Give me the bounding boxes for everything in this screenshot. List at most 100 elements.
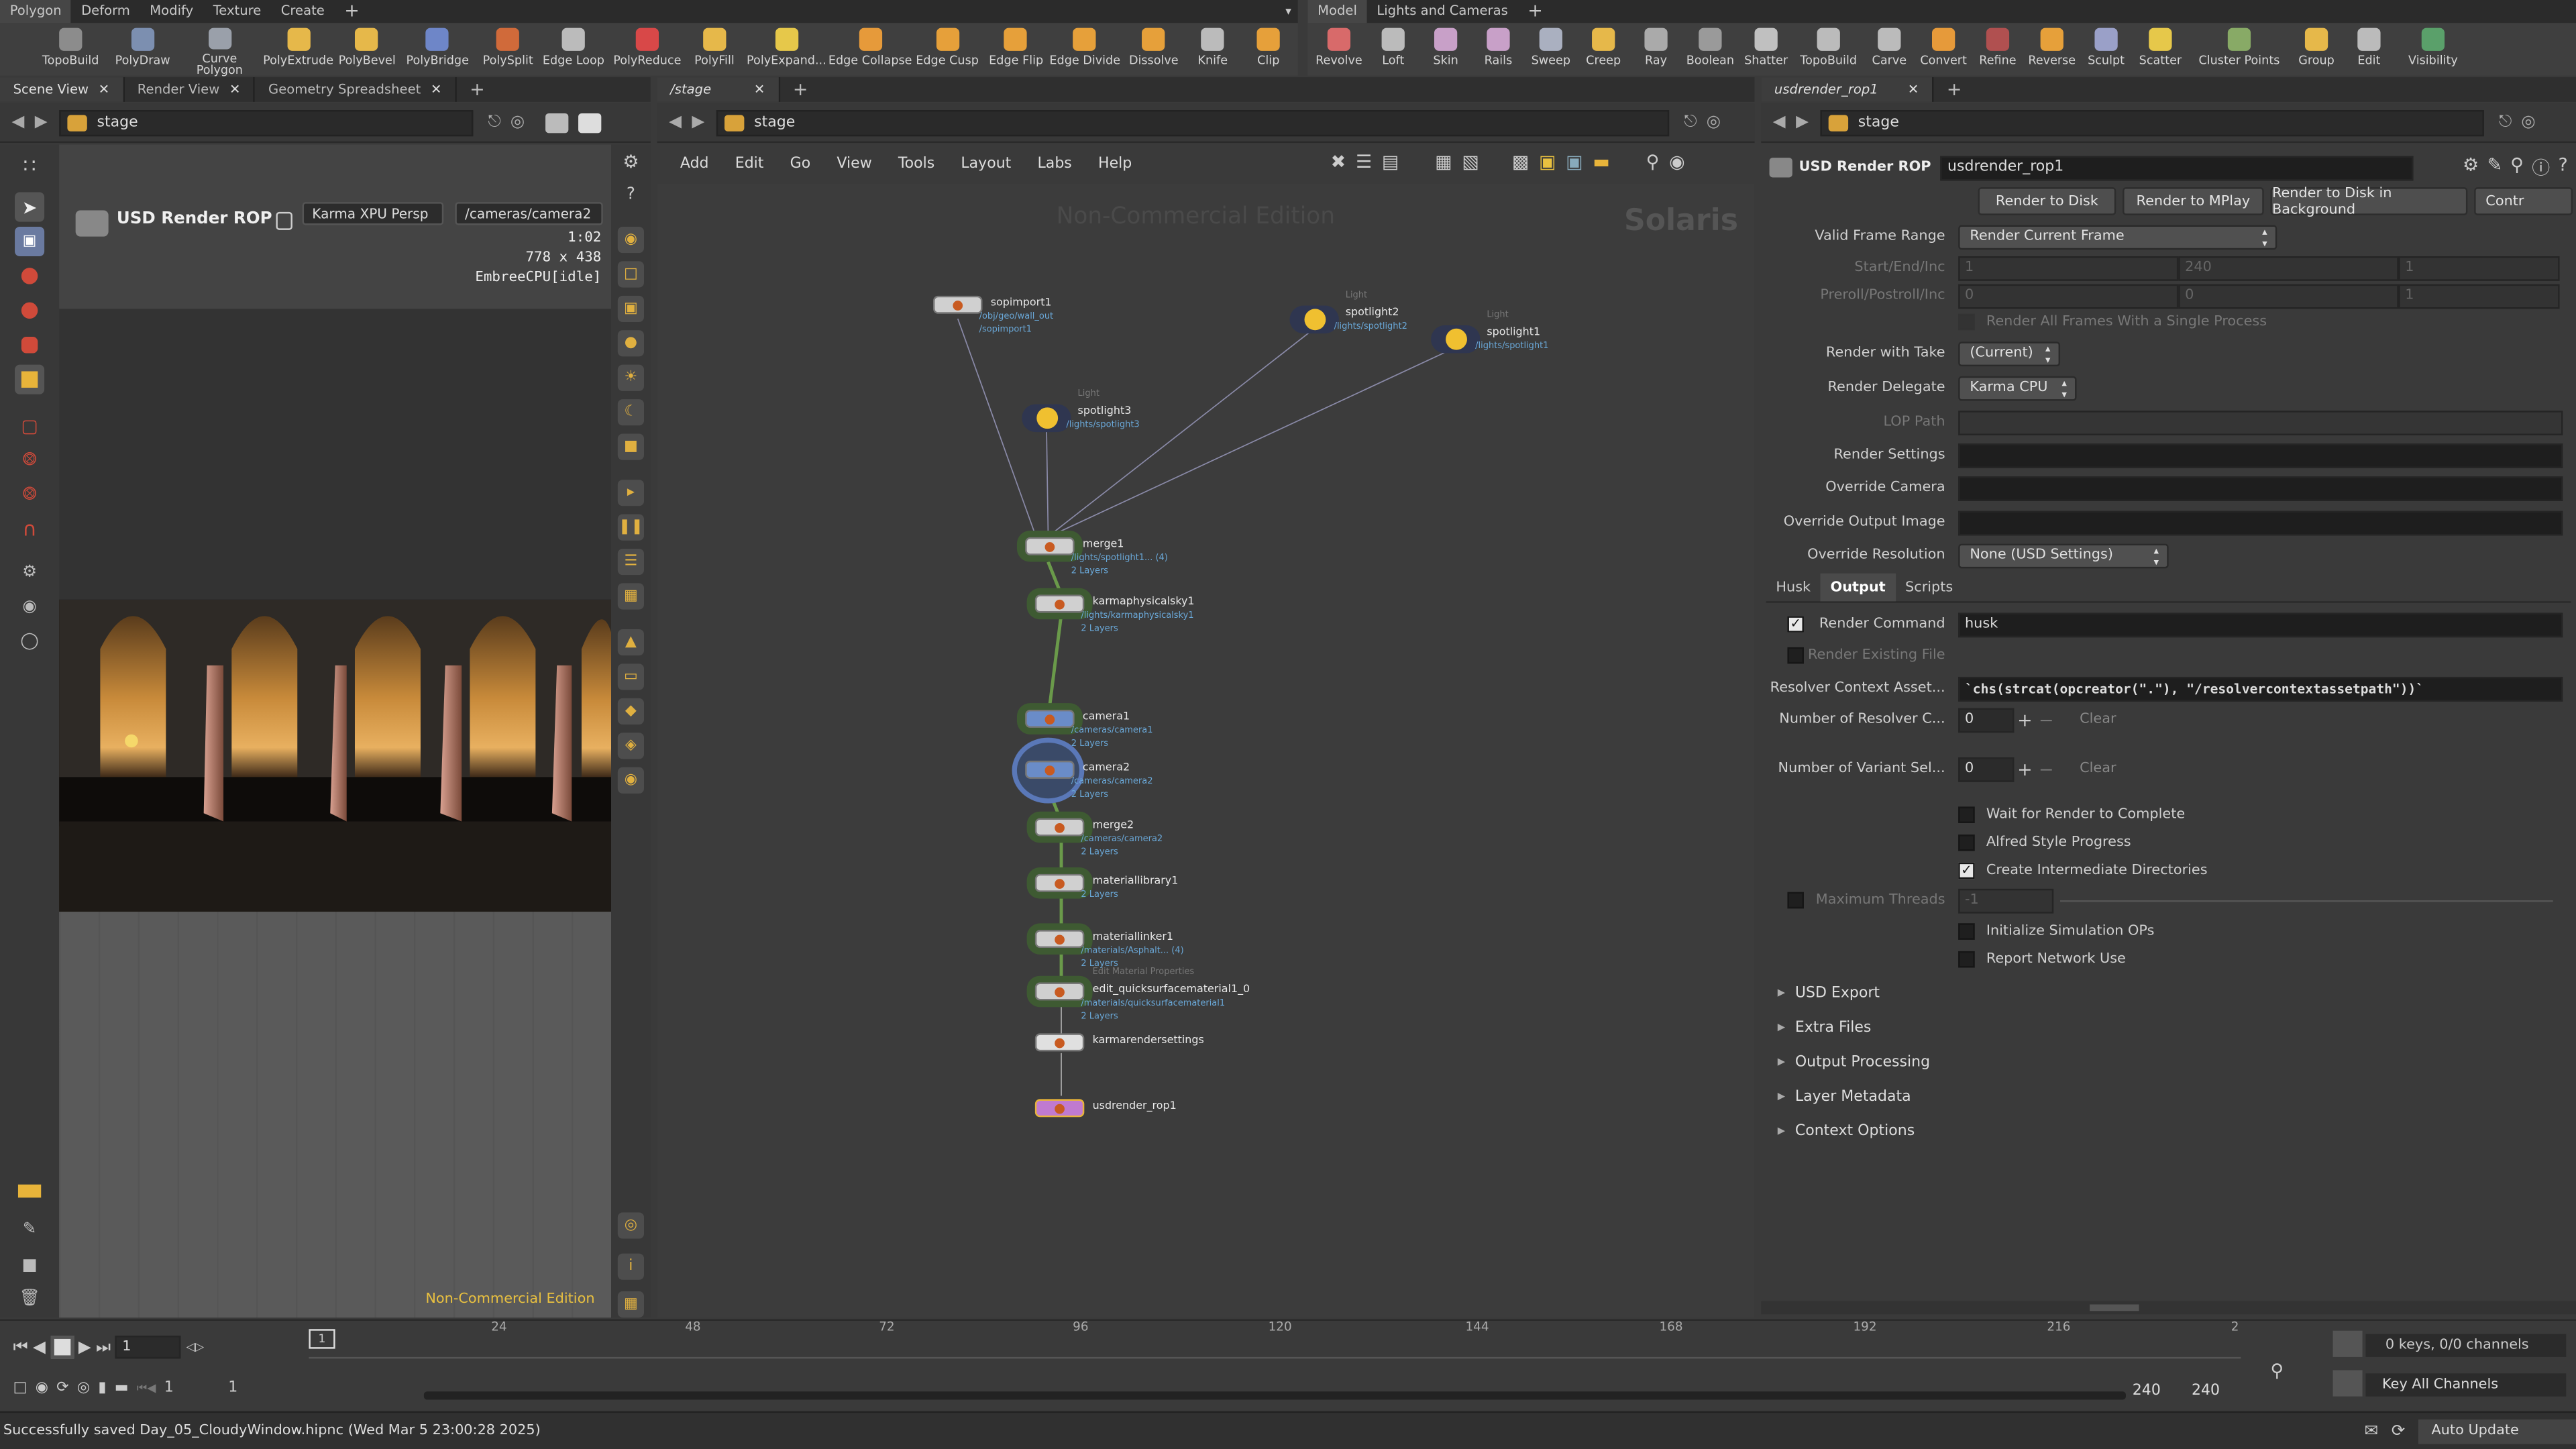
close-icon[interactable]: ✕ [754, 77, 765, 102]
shelf-tool-skin[interactable]: Skin [1419, 23, 1472, 75]
keys-icon[interactable]: ▬ [115, 1380, 129, 1396]
override-resolution-menu[interactable]: None (USD Settings) [1958, 543, 2169, 568]
rotate-tool-icon[interactable] [15, 296, 44, 325]
wait-render-checkbox[interactable] [1958, 806, 1975, 823]
brush-icon[interactable]: ✎ [2487, 154, 2502, 180]
shelf-tool-group[interactable]: Group [2290, 23, 2343, 75]
stop-icon[interactable] [50, 1336, 74, 1359]
pin-icon[interactable]: ⎋ [483, 113, 506, 131]
playhead[interactable]: 1 [309, 1329, 335, 1349]
shelf-tool-topobuild[interactable]: TopoBuild [1794, 23, 1863, 75]
magnet-icon[interactable]: ⨷ [15, 445, 44, 475]
shelf-tool-convert[interactable]: Convert [1916, 23, 1972, 75]
shelf-tool-polybevel[interactable]: PolyBevel [337, 23, 396, 75]
sphere-icon[interactable]: ● [617, 330, 645, 357]
shelf-tool-refine[interactable]: Refine [1972, 23, 2024, 75]
minus-icon[interactable]: − [2035, 709, 2057, 731]
add-tab-icon[interactable]: + [1933, 77, 1975, 102]
shelf-tool-sculpt[interactable]: Sculpt [2080, 23, 2132, 75]
shelf-tool-loft[interactable]: Loft [1367, 23, 1419, 75]
help-icon[interactable]: ? [611, 177, 651, 210]
table-view-icon[interactable]: ▧ [1462, 151, 1479, 172]
render-background-button[interactable]: Render to Disk in Background [2270, 185, 2468, 217]
shelf-tool-polybridge[interactable]: PolyBridge [396, 23, 478, 75]
shelf-tool-edge-divide[interactable]: Edge Divide [1049, 23, 1121, 75]
take-menu[interactable]: (Current) [1958, 341, 2061, 366]
step-icons[interactable]: ◁▷ [186, 1340, 204, 1354]
add-tab-icon[interactable]: + [457, 77, 498, 102]
chat-icon[interactable]: ✉ [2365, 1422, 2379, 1440]
tab-output[interactable]: Output [1820, 573, 1896, 602]
info-icon[interactable]: i [617, 1253, 645, 1280]
select-tool-icon[interactable]: ➤ [15, 192, 45, 222]
jump-end-icon[interactable]: ⏭ [96, 1338, 111, 1356]
shelf-tab-polygon[interactable]: Polygon [0, 0, 72, 23]
shelf-tool-knife[interactable]: Knife [1187, 23, 1239, 75]
step-back-icon[interactable]: ◀ [33, 1338, 46, 1356]
lighting-icon[interactable]: ◈ [617, 733, 645, 759]
plus-icon[interactable]: + [2014, 709, 2035, 731]
help-icon[interactable]: ? [2558, 154, 2567, 180]
add-shelf-tab-icon-2[interactable]: + [1518, 0, 1553, 23]
inc-field[interactable]: 1 [2398, 255, 2560, 280]
background-icon[interactable]: ◆ [617, 698, 645, 725]
brush-icon[interactable]: ✎ [15, 1214, 44, 1244]
camera-tool-icon[interactable]: ◉ [15, 592, 44, 621]
stamp-icon[interactable]: ■ [15, 1250, 44, 1280]
pin-icon[interactable]: ⎋ [1679, 113, 1702, 131]
menu-add[interactable]: Add [680, 156, 709, 172]
back-icon[interactable]: ◀ [7, 113, 30, 131]
override-camera-field[interactable] [1958, 475, 2563, 500]
forward-icon[interactable]: ▶ [30, 113, 52, 131]
network-canvas[interactable]: Non-Commercial Edition Solaris sopimport… [657, 184, 1755, 1318]
menu-edit[interactable]: Edit [735, 156, 764, 172]
shelf-tab-modify[interactable]: Modify [140, 0, 203, 23]
shelf-tool-reverse[interactable]: Reverse [2024, 23, 2080, 75]
shelf-tool-edge-collapse[interactable]: Edge Collapse [828, 23, 912, 75]
menu-labs[interactable]: Labs [1038, 156, 1072, 172]
refresh-icon[interactable]: ⟳ [2392, 1422, 2406, 1440]
render-command-checkbox[interactable]: ✓ [1787, 616, 1804, 633]
back-icon[interactable]: ◀ [663, 113, 686, 131]
shelf-tool-polyexpand-[interactable]: PolyExpand... [744, 23, 829, 75]
camera-menu[interactable]: /cameras/camera2 [455, 202, 603, 225]
render-delegate-menu[interactable]: Karma CPU [1958, 375, 2077, 400]
max-threads-field[interactable]: -1 [1958, 888, 2054, 913]
menu-tools[interactable]: Tools [898, 156, 934, 172]
shelf-tool-polyextrude[interactable]: PolyExtrude [259, 23, 337, 75]
folder-extra-files[interactable]: ▶ Extra Files [1778, 1010, 1930, 1044]
shelf-tool-curve-polygon[interactable]: Curve Polygon [180, 23, 259, 76]
render-to-disk-button[interactable]: Render to Disk [1978, 187, 2116, 215]
eye-icon[interactable]: ◉ [1669, 151, 1685, 172]
folder-usd-export[interactable]: ▶ USD Export [1778, 976, 1930, 1010]
shelf-tool-edge-loop[interactable]: Edge Loop [537, 23, 609, 75]
link-icon[interactable]: ◎ [1702, 113, 1725, 131]
num-variant-field[interactable]: 0 [1958, 756, 2015, 782]
ball-icon[interactable]: ◉ [617, 767, 645, 794]
folder-output-processing[interactable]: ▶ Output Processing [1778, 1045, 1930, 1079]
pane-layout-icon[interactable] [578, 112, 602, 133]
shelf-tool-creep[interactable]: Creep [1577, 23, 1629, 75]
image-icon[interactable]: ▩ [1512, 151, 1529, 172]
init-sim-checkbox[interactable] [1958, 923, 1975, 940]
shelf-tool-topobuild[interactable]: TopoBuild [36, 23, 105, 75]
end-field[interactable]: 240 [2178, 255, 2399, 280]
tab-geometry-spreadsheet[interactable]: Geometry Spreadsheet ✕ [255, 77, 457, 102]
start-field[interactable]: 1 [1958, 255, 2179, 280]
preroll-field[interactable]: 0 [1958, 283, 2179, 309]
shelf-tool-rails[interactable]: Rails [1472, 23, 1524, 75]
search-icon[interactable]: ⚲ [2510, 154, 2524, 180]
scrollbar-thumb[interactable] [2090, 1304, 2139, 1311]
grid-icon[interactable]: ▦ [617, 583, 645, 610]
folder-context-options[interactable]: ▶ Context Options [1778, 1114, 1930, 1148]
pose-tool-icon[interactable]: ▢ [15, 411, 44, 440]
shelf-tool-edge-cusp[interactable]: Edge Cusp [911, 23, 983, 75]
tab-scripts[interactable]: Scripts [1895, 574, 1963, 602]
ruler-icon[interactable] [15, 1176, 44, 1205]
path-field[interactable]: stage [1820, 109, 2484, 136]
key-tool-icon[interactable]: ⚲ [2270, 1360, 2284, 1382]
create-dirs-checkbox[interactable]: ✓ [1958, 862, 1975, 879]
move-tool-icon[interactable] [15, 261, 44, 290]
magnet-snap-icon[interactable]: ∩ [15, 515, 44, 544]
shelf-tool-polyreduce[interactable]: PolyReduce [610, 23, 685, 75]
